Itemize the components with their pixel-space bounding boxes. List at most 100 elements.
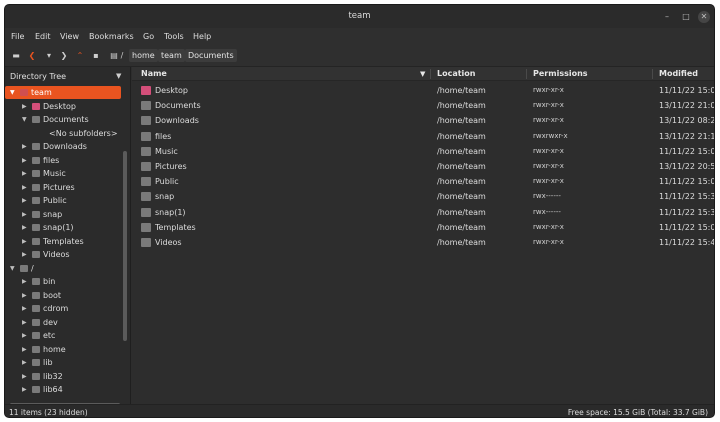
menu-tools[interactable]: Tools [164, 32, 184, 41]
file-modified: 11/11/22 15:43 [659, 238, 715, 247]
column-divider[interactable] [652, 69, 653, 79]
breadcrumb-home[interactable]: home [129, 49, 158, 62]
collapse-icon[interactable]: ▼ [10, 262, 15, 275]
tree-item[interactable]: ▶ files [5, 154, 121, 167]
tree-item[interactable]: ▶ lib32 [5, 370, 121, 383]
sort-indicator-icon[interactable]: ▼ [420, 67, 425, 81]
menu-file[interactable]: File [11, 32, 24, 41]
file-permissions: rwxr-xr-x [533, 238, 564, 246]
tree-item[interactable]: ▶ lib [5, 356, 121, 369]
tree-item[interactable]: ▼ Documents [5, 113, 121, 126]
table-row[interactable]: Public/home/team rwxr-xr-x 11/11/22 15:01 [132, 174, 714, 189]
table-row[interactable]: Documents/home/team rwxr-xr-x 13/11/22 21:… [132, 98, 714, 113]
folder-icon [141, 192, 151, 202]
folder-icon [141, 207, 151, 217]
directory-tree-header[interactable]: Directory Tree [10, 72, 66, 81]
column-divider[interactable] [526, 69, 527, 79]
menu-bookmarks[interactable]: Bookmarks [89, 32, 134, 41]
tree-item[interactable]: ▶ snap [5, 208, 121, 221]
breadcrumb-documents[interactable]: Documents [185, 49, 237, 62]
tree-item[interactable]: ▶ Templates [5, 235, 121, 248]
column-modified[interactable]: Modified [659, 67, 698, 81]
expand-icon[interactable]: ▶ [22, 370, 27, 383]
column-location[interactable]: Location [437, 67, 476, 81]
tree-item[interactable]: ▶ cdrom [5, 302, 121, 315]
file-permissions: rwxr-xr-x [533, 116, 564, 125]
collapse-icon[interactable]: ▼ [10, 86, 15, 99]
file-location: /home/team [437, 162, 486, 171]
tree-item[interactable]: ▶ dev [5, 316, 121, 329]
expand-icon[interactable]: ▶ [22, 140, 27, 153]
tree-item[interactable]: ▶ Desktop [5, 100, 121, 113]
file-location: /home/team [437, 131, 486, 141]
expand-icon[interactable]: ▶ [22, 235, 27, 248]
panel-toggle-icon[interactable]: ▬ [10, 49, 22, 62]
table-row[interactable]: files/home/team rwxrwxr-x 13/11/22 21:19 [132, 129, 714, 144]
tree-item[interactable]: ▶ Music [5, 167, 121, 180]
table-row[interactable]: snap(1) /home/team rwx------ 11/11/22 15:32 [132, 205, 714, 220]
panel-dropdown-icon[interactable]: ▼ [116, 72, 121, 80]
expand-icon[interactable]: ▶ [22, 221, 27, 234]
expand-icon[interactable]: ▶ [22, 181, 27, 194]
item-count: 11 items (23 hidden) [9, 408, 88, 417]
folder-icon [20, 264, 28, 272]
expand-icon[interactable]: ▶ [22, 289, 27, 302]
expand-icon[interactable]: ▶ [22, 248, 27, 261]
tree-item[interactable]: ▶ Pictures [5, 181, 121, 194]
expand-icon[interactable]: ▶ [22, 167, 27, 180]
expand-icon[interactable]: ▶ [22, 275, 27, 288]
forward-icon[interactable]: ❯ [58, 49, 70, 62]
column-permissions[interactable]: Permissions [533, 67, 588, 81]
expand-icon[interactable]: ▶ [22, 329, 27, 342]
tree-item-label: team [31, 88, 52, 97]
expand-icon[interactable]: ▶ [22, 383, 27, 396]
minimize-icon[interactable]: – [661, 11, 673, 23]
expand-icon[interactable]: ▶ [22, 356, 27, 369]
back-icon[interactable]: ❮ [26, 49, 38, 62]
table-row[interactable]: snap/home/team rwx------ 11/11/22 15:32 [132, 189, 714, 204]
tree-scrollbar[interactable] [123, 151, 127, 341]
table-row[interactable]: Videos/home/team rwxr-xr-x 11/11/22 15:43 [132, 235, 715, 250]
tree-item[interactable]: ▶ bin [5, 275, 121, 288]
tree-item-label: boot [43, 290, 62, 300]
tree-item[interactable]: ▶ Public [5, 194, 121, 207]
history-dropdown-icon[interactable]: ▾ [43, 49, 55, 62]
menu-go[interactable]: Go [143, 32, 154, 41]
file-name: Pictures [155, 162, 187, 171]
tree-item[interactable]: ▼ team [5, 86, 121, 99]
expand-icon[interactable]: ▶ [22, 343, 27, 356]
tree-item[interactable]: ▶ home [5, 343, 121, 356]
table-row[interactable]: Downloads/home/team rwxr-xr-x 13/11/22 08:… [132, 113, 714, 128]
table-row[interactable]: Desktop/home/team rwxr-xr-x 11/11/22 15:01 [132, 83, 714, 98]
close-icon[interactable]: ✕ [698, 11, 710, 23]
menu-view[interactable]: View [60, 32, 79, 41]
table-row[interactable]: Music/home/team rwxr-xr-x 11/11/22 15:01 [132, 144, 714, 159]
menu-help[interactable]: Help [193, 32, 211, 41]
tree-item[interactable]: ▶ snap(1) [5, 221, 121, 234]
file-name: Music [155, 146, 178, 156]
menu-edit[interactable]: Edit [35, 32, 51, 41]
tree-item[interactable]: ▼ / [5, 262, 121, 275]
maximize-icon[interactable]: □ [680, 11, 692, 23]
tree-item[interactable]: ▶ etc [5, 329, 121, 342]
breadcrumb-team[interactable]: team [158, 49, 185, 62]
up-icon[interactable]: ⌃ [74, 49, 86, 62]
home-icon[interactable]: ▪ [90, 49, 102, 62]
expand-icon[interactable]: ▶ [22, 208, 27, 221]
file-permissions: rwx------ [533, 192, 561, 201]
tree-item[interactable]: ▶ Videos [5, 248, 121, 261]
expand-icon[interactable]: ▶ [22, 316, 27, 329]
collapse-icon[interactable]: ▼ [22, 113, 27, 126]
column-divider[interactable] [430, 69, 431, 79]
table-row[interactable]: Templates/home/team rwxr-xr-x 11/11/22 15:… [132, 220, 714, 235]
tree-item[interactable]: ▶ lib64 [5, 383, 121, 396]
tree-item[interactable]: ▶ boot [5, 289, 121, 302]
expand-icon[interactable]: ▶ [22, 154, 27, 167]
tree-item[interactable]: ▶ Downloads [5, 140, 121, 153]
expand-icon[interactable]: ▶ [22, 194, 27, 207]
column-name[interactable]: Name [141, 67, 167, 81]
table-row[interactable]: Pictures/home/team rwxr-xr-x 13/11/22 20:5… [132, 159, 714, 174]
file-name: files [155, 131, 172, 141]
expand-icon[interactable]: ▶ [22, 302, 27, 315]
expand-icon[interactable]: ▶ [22, 100, 27, 113]
